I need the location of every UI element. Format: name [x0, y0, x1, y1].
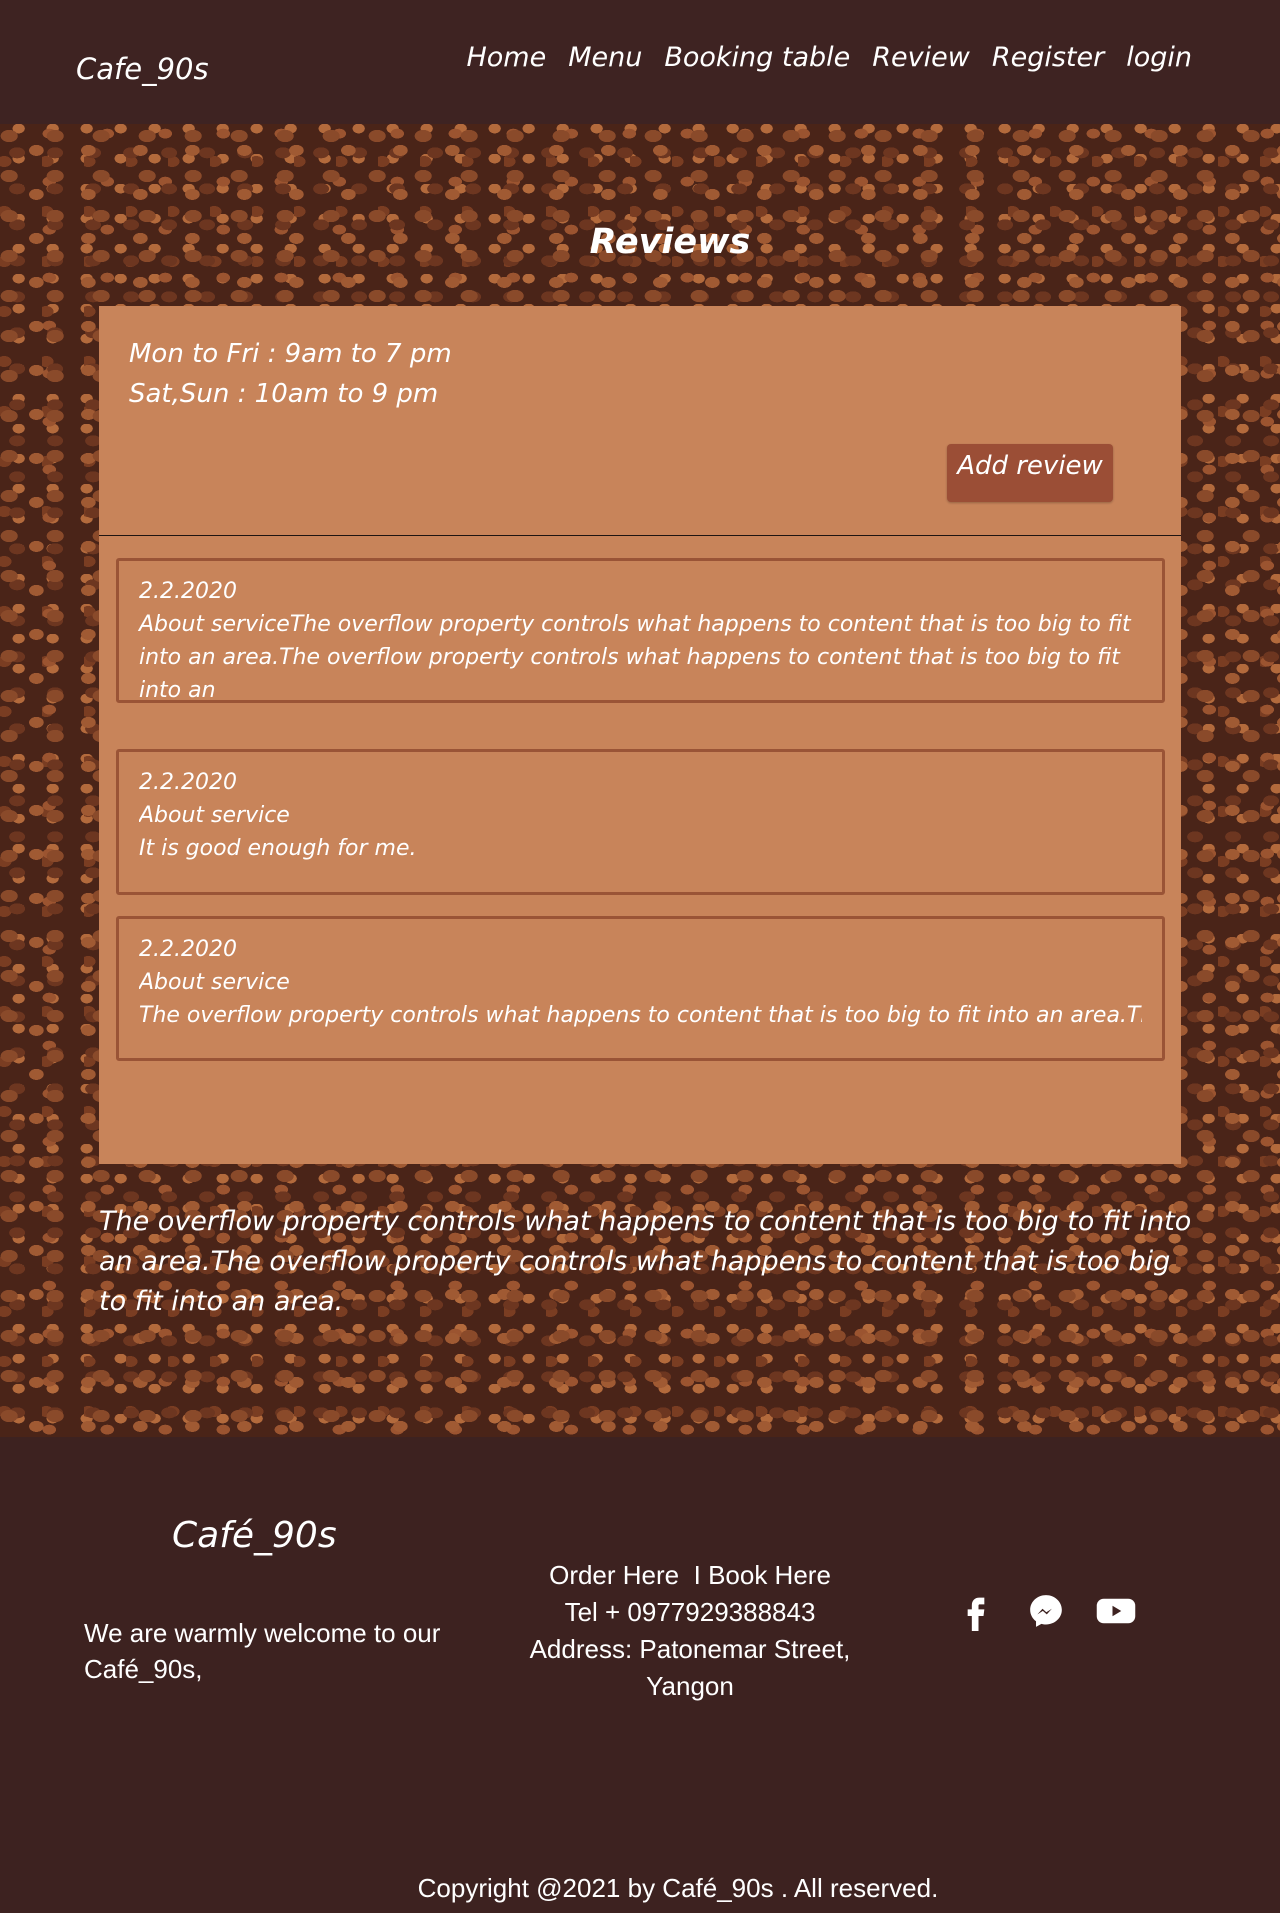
opening-hours: Mon to Fri : 9am to 7 pm Sat,Sun : 10am …: [129, 334, 452, 414]
hours-weekdays: Mon to Fri : 9am to 7 pm: [129, 339, 452, 369]
nav-register[interactable]: Register: [992, 42, 1104, 73]
review-item: 2.2.2020 About serviceThe overflow prope…: [116, 558, 1165, 703]
site-footer: Café_90s We are warmly welcome to our Ca…: [0, 1437, 1280, 1913]
reviews-card: Mon to Fri : 9am to 7 pm Sat,Sun : 10am …: [99, 306, 1181, 1164]
review-date: 2.2.2020: [139, 579, 237, 604]
review-text: About serviceThe overflow property contr…: [139, 612, 1131, 703]
nav-home[interactable]: Home: [466, 42, 546, 73]
nav-booking-table[interactable]: Booking table: [664, 42, 850, 73]
order-here-link[interactable]: Order Here: [549, 1560, 679, 1590]
nav-links: Home Menu Booking table Review Register …: [466, 42, 1192, 73]
phone-number: Tel + 0977929388843: [564, 1597, 816, 1627]
review-date: 2.2.2020: [139, 770, 237, 795]
book-here-link[interactable]: Book Here: [708, 1560, 831, 1590]
footer-contact: Order Here I Book Here Tel + 09779293888…: [510, 1557, 870, 1705]
nav-login[interactable]: login: [1126, 42, 1192, 73]
review-text: The overflow property controls what happ…: [139, 1003, 1142, 1028]
facebook-icon[interactable]: [954, 1589, 998, 1633]
review-item: 2.2.2020 About service The overflow prop…: [116, 916, 1165, 1061]
overflow-note: The overflow property controls what happ…: [99, 1206, 1192, 1317]
messenger-icon[interactable]: [1024, 1589, 1068, 1633]
brand-logo[interactable]: Cafe_90s: [76, 52, 209, 86]
copyright-text: Copyright @2021 by Café_90s . All reserv…: [417, 1873, 939, 1903]
address: Address: Patonemar Street, Yangon: [529, 1634, 851, 1701]
review-text: It is good enough for me.: [139, 836, 417, 861]
footer-welcome-text: We are warmly welcome to our Café_90s,: [84, 1618, 441, 1684]
nav-review[interactable]: Review: [872, 42, 970, 73]
page-title: Reviews: [589, 222, 751, 262]
hours-weekend: Sat,Sun : 10am to 9 pm: [129, 379, 439, 409]
add-review-button[interactable]: Add review: [947, 444, 1113, 502]
review-topic: About service: [139, 970, 290, 995]
review-item: 2.2.2020 About service It is good enough…: [116, 749, 1165, 895]
youtube-icon[interactable]: [1094, 1589, 1138, 1633]
divider: [99, 535, 1181, 536]
social-links: [954, 1589, 1138, 1633]
link-separator: I: [693, 1560, 701, 1590]
top-navbar: Cafe_90s Home Menu Booking table Review …: [0, 0, 1280, 124]
footer-brand: Café_90s: [172, 1515, 337, 1556]
review-topic: About service: [139, 803, 290, 828]
nav-menu[interactable]: Menu: [568, 42, 642, 73]
review-date: 2.2.2020: [139, 937, 237, 962]
